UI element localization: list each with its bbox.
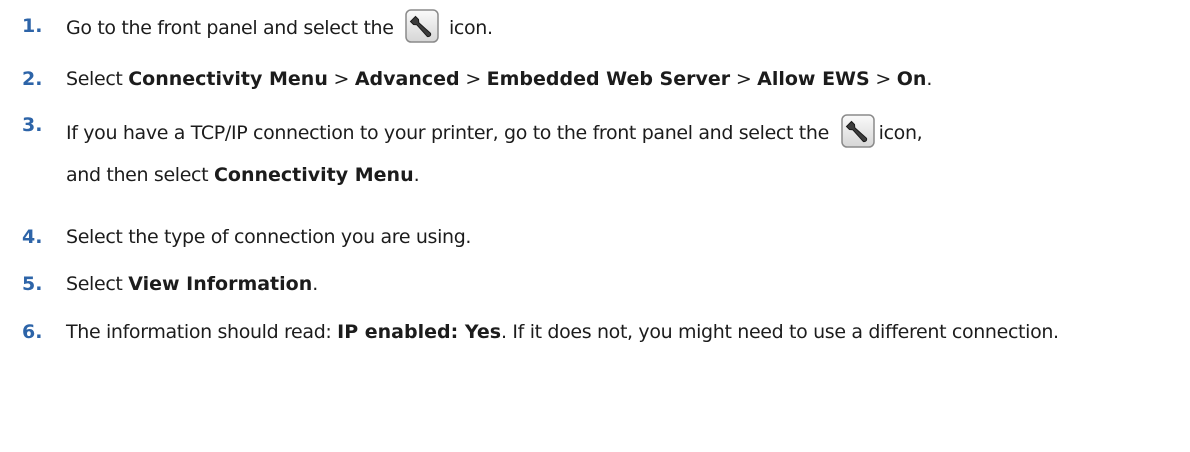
step-text: Go to the front panel and select the ico… xyxy=(66,8,1176,46)
wrench-icon xyxy=(840,113,875,148)
menu-item-connectivity-menu: Connectivity Menu xyxy=(128,68,328,90)
step-number: 3. xyxy=(22,114,43,136)
step-text-end: . xyxy=(413,164,420,186)
step-text-part: and then select xyxy=(66,164,209,186)
menu-item-embedded-web-server: Embedded Web Server xyxy=(486,68,731,90)
step-text: Select Connectivity Menu > Advanced > Em… xyxy=(66,61,1176,97)
step-number: 1. xyxy=(22,15,43,37)
step-number: 6. xyxy=(22,321,43,343)
menu-item-view-information: View Information xyxy=(128,273,313,295)
status-value-ip-enabled: IP enabled: Yes xyxy=(337,321,502,343)
step-text-part: Go to the front panel and select the xyxy=(66,17,394,39)
step-text-part: Select xyxy=(66,68,123,90)
step-text: Select View Information. xyxy=(66,266,1176,302)
step-text-part: Select xyxy=(66,273,123,295)
menu-separator: > xyxy=(875,68,891,90)
menu-item-allow-ews: Allow EWS xyxy=(757,68,870,90)
step-text-part: The information should read: xyxy=(66,321,332,343)
step-text-part: icon, xyxy=(878,122,923,144)
step-number: 2. xyxy=(22,68,43,90)
step-number: 5. xyxy=(22,273,43,295)
menu-item-on: On xyxy=(896,68,927,90)
menu-item-advanced: Advanced xyxy=(354,68,460,90)
menu-item-connectivity-menu: Connectivity Menu xyxy=(213,164,414,186)
wrench-icon xyxy=(405,8,440,43)
step-text-part: If you have a TCP/IP connection to your … xyxy=(66,122,829,144)
menu-separator: > xyxy=(465,68,481,90)
step-text-end: . xyxy=(926,68,933,90)
step-text-part: icon. xyxy=(448,17,493,39)
step-text: If you have a TCP/IP connection to your … xyxy=(66,112,1176,196)
step-number: 4. xyxy=(22,226,43,248)
step-text: The information should read: IP enabled:… xyxy=(66,319,1176,345)
step-text-part: Select the type of connection you are us… xyxy=(66,226,472,248)
step-text-end: . xyxy=(312,273,318,295)
menu-separator: > xyxy=(735,68,752,90)
menu-separator: > xyxy=(333,68,350,90)
step-text-part: . If it does not, you might need to use … xyxy=(501,321,1059,343)
step-text: Select the type of connection you are us… xyxy=(66,219,1176,255)
